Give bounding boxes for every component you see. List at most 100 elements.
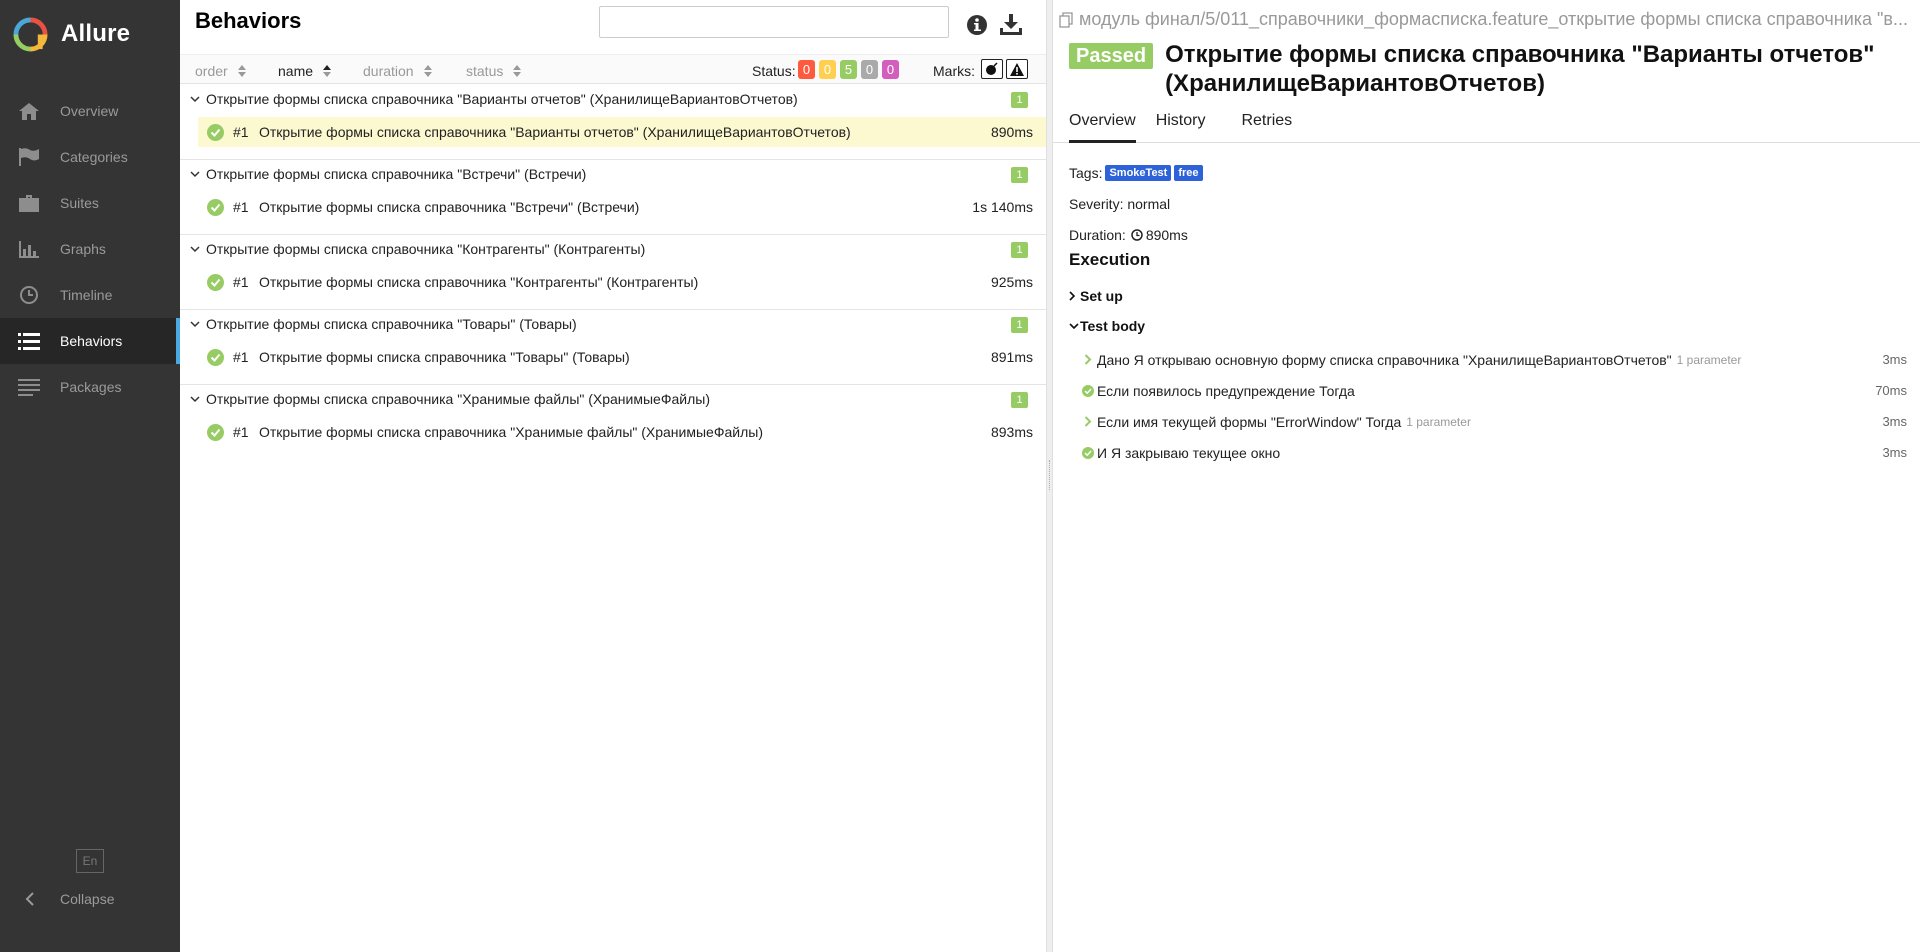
count-badge: 1 <box>1011 392 1028 408</box>
home-icon <box>17 101 41 121</box>
search-input[interactable] <box>599 6 949 38</box>
tree-group-header[interactable]: Открытие формы списка справочника "Контр… <box>180 235 1046 263</box>
step-row[interactable]: И Я закрываю текущее окно 3ms <box>1081 437 1907 468</box>
test-row[interactable]: #1 Открытие формы списка справочника "Хр… <box>198 417 1046 447</box>
language-switcher[interactable]: En <box>76 849 104 873</box>
sidebar-item-categories[interactable]: Categories <box>0 134 180 180</box>
sidebar-item-graphs[interactable]: Graphs <box>0 226 180 272</box>
sort-order-label: order <box>195 63 228 79</box>
splitter-grip <box>1049 460 1051 490</box>
chevron-down-icon <box>190 320 203 328</box>
status-chip-skipped[interactable]: 0 <box>861 60 878 79</box>
test-row[interactable]: #1 Открытие формы списка справочника "То… <box>198 342 1046 372</box>
tree-group: Открытие формы списка справочника "Контр… <box>180 235 1046 310</box>
collapse-button[interactable]: Collapse <box>17 887 114 911</box>
bar-chart-icon <box>17 239 41 259</box>
flag-icon <box>17 147 41 167</box>
chevron-down-icon <box>190 245 203 253</box>
check-circle-icon <box>207 123 224 141</box>
status-chip-unknown[interactable]: 0 <box>882 60 899 79</box>
step-row[interactable]: Если появилось предупреждение Тогда 70ms <box>1081 375 1907 406</box>
sidebar-item-label: Categories <box>60 149 128 165</box>
step-row[interactable]: Дано Я открываю основную форму списка сп… <box>1081 344 1907 375</box>
duration-value: 890ms <box>1145 226 1188 243</box>
tree-group-header[interactable]: Открытие формы списка справочника "Встре… <box>180 160 1046 188</box>
step-duration: 3ms <box>1882 414 1907 429</box>
test-duration: 1s 140ms <box>972 199 1033 215</box>
tab-retries[interactable]: Retries <box>1241 108 1292 143</box>
tab-overview[interactable]: Overview <box>1069 108 1136 143</box>
count-badge: 1 <box>1011 317 1028 333</box>
chevron-down-icon <box>190 170 203 178</box>
step-duration: 70ms <box>1875 383 1907 398</box>
chevron-right-icon <box>1081 354 1095 365</box>
test-row[interactable]: #1 Открытие формы списка справочника "Вс… <box>198 192 1046 222</box>
status-chip-passed[interactable]: 5 <box>840 60 857 79</box>
test-number: #1 <box>233 424 249 440</box>
setup-section[interactable]: Set up <box>1069 288 1123 304</box>
test-number: #1 <box>233 274 249 290</box>
sidebar-item-suites[interactable]: Suites <box>0 180 180 226</box>
tag-badge: SmokeTest <box>1105 164 1172 181</box>
sidebar-item-overview[interactable]: Overview <box>0 88 180 134</box>
test-duration: 890ms <box>990 124 1033 140</box>
test-number: #1 <box>233 124 249 140</box>
tree-group-header[interactable]: Открытие формы списка справочника "Храни… <box>180 385 1046 413</box>
sidebar-item-label: Suites <box>60 195 99 211</box>
sort-status[interactable]: status <box>466 63 522 79</box>
test-duration: 893ms <box>990 424 1033 440</box>
test-number: #1 <box>233 349 249 365</box>
list-icon <box>17 331 41 351</box>
tree-group-header[interactable]: Открытие формы списка справочника "Товар… <box>180 310 1046 338</box>
test-body-label: Test body <box>1080 318 1146 334</box>
count-badge: 1 <box>1011 167 1028 183</box>
check-circle-icon <box>207 423 224 441</box>
sidebar-item-label: Behaviors <box>60 333 123 349</box>
sidebar-item-label: Graphs <box>60 241 106 257</box>
copy-icon[interactable] <box>1059 11 1074 28</box>
test-row[interactable]: #1 Открытие формы списка справочника "Ко… <box>198 267 1046 297</box>
sidebar-item-timeline[interactable]: Timeline <box>0 272 180 318</box>
sidebar-item-behaviors[interactable]: Behaviors <box>0 318 180 364</box>
status-filter-chips: 0 0 5 0 0 <box>798 60 899 79</box>
sort-arrows-icon <box>237 65 246 77</box>
brand[interactable]: Allure <box>0 0 180 68</box>
test-body-section[interactable]: Test body <box>1069 318 1145 334</box>
tree-group: Открытие формы списка справочника "Встре… <box>180 160 1046 235</box>
sort-order[interactable]: order <box>195 63 246 79</box>
sort-arrows-icon <box>513 65 522 77</box>
pane-splitter[interactable] <box>1046 0 1053 952</box>
tree-group: Открытие формы списка справочника "Храни… <box>180 385 1046 460</box>
tree-group-header[interactable]: Открытие формы списка справочника "Вариа… <box>180 85 1046 113</box>
download-button[interactable] <box>998 12 1024 38</box>
test-row[interactable]: #1 Открытие формы списка справочника "Ва… <box>198 117 1046 147</box>
step-duration: 3ms <box>1882 445 1907 460</box>
packages-icon <box>17 377 41 397</box>
severity-line: Severity: normal <box>1069 195 1171 212</box>
step-name: И Я закрываю текущее окно <box>1097 444 1281 461</box>
step-parameter-count: 1 parameter <box>1676 352 1742 367</box>
tab-history[interactable]: History <box>1156 108 1206 143</box>
step-duration: 3ms <box>1882 352 1907 367</box>
count-badge: 1 <box>1011 92 1028 108</box>
detail-tabs: Overview History Retries <box>1053 108 1920 143</box>
status-chip-failed[interactable]: 0 <box>798 60 815 79</box>
check-circle-icon <box>207 273 224 291</box>
briefcase-icon <box>17 193 41 213</box>
sort-name[interactable]: name <box>278 63 332 79</box>
sort-duration[interactable]: duration <box>363 63 432 79</box>
info-button[interactable] <box>964 12 990 38</box>
info-icon <box>967 15 987 35</box>
mark-flaky-button[interactable] <box>981 59 1003 79</box>
status-chip-broken[interactable]: 0 <box>819 60 836 79</box>
chevron-down-icon <box>190 395 203 403</box>
step-row[interactable]: Если имя текущей формы "ErrorWindow" Тог… <box>1081 406 1907 437</box>
test-title-block: Passed Открытие формы списка справочника… <box>1069 40 1909 98</box>
sidebar-item-packages[interactable]: Packages <box>0 364 180 410</box>
tree-group: Открытие формы списка справочника "Товар… <box>180 310 1046 385</box>
tree-group-name: Открытие формы списка справочника "Товар… <box>206 316 577 332</box>
tag-badge: free <box>1174 164 1203 181</box>
mark-new-failed-button[interactable] <box>1006 59 1028 79</box>
bomb-icon <box>986 62 998 75</box>
tree-group: Открытие формы списка справочника "Вариа… <box>180 85 1046 160</box>
